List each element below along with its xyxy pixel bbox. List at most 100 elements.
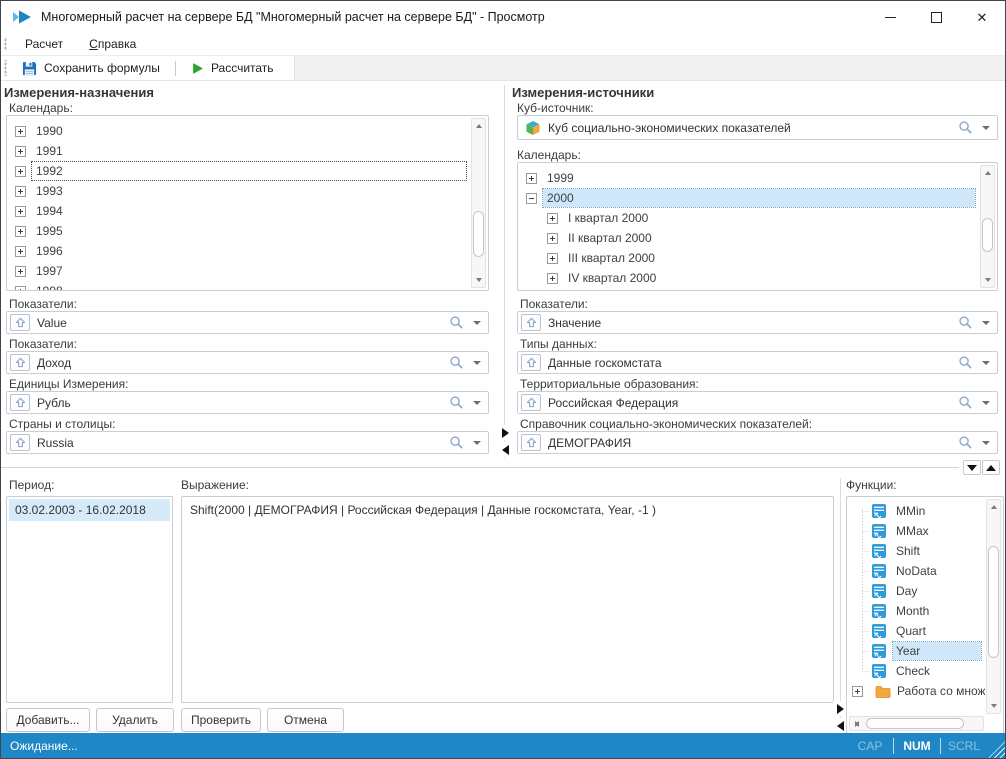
- toolbar-grip[interactable]: [4, 37, 7, 51]
- dimension-combo-Доход[interactable]: Доход: [6, 351, 489, 374]
- destinations-calendar-tree[interactable]: 199019911992199319941995199619971998: [6, 115, 489, 291]
- search-icon[interactable]: [449, 435, 464, 450]
- scroll-down-icon[interactable]: [472, 273, 485, 287]
- button-Проверить[interactable]: Проверить: [181, 708, 261, 732]
- dimension-combo-ДЕМОГРАФИЯ[interactable]: ДЕМОГРАФИЯ: [517, 431, 998, 454]
- dropdown-arrow-icon[interactable]: [982, 401, 990, 405]
- search-icon[interactable]: [958, 355, 973, 370]
- splitter-left-icon[interactable]: [833, 718, 847, 733]
- toolbar-grip[interactable]: [4, 60, 7, 76]
- scroll-down-icon[interactable]: [981, 273, 994, 287]
- button-Отмена[interactable]: Отмена: [267, 708, 344, 732]
- splitter-down-icon[interactable]: [963, 460, 981, 475]
- search-icon[interactable]: [958, 315, 973, 330]
- tree-item-1993[interactable]: 1993: [7, 181, 488, 201]
- dimension-combo-Russia[interactable]: Russia: [6, 431, 489, 454]
- splitter-right-icon[interactable]: [833, 701, 847, 716]
- dimension-combo-Value[interactable]: Value: [6, 311, 489, 334]
- dimension-combo-Рубль[interactable]: Рубль: [6, 391, 489, 414]
- tree-item-1995[interactable]: 1995: [7, 221, 488, 241]
- expand-icon[interactable]: [547, 213, 558, 224]
- tree-item-1994[interactable]: 1994: [7, 201, 488, 221]
- expand-icon[interactable]: [852, 686, 863, 697]
- title-bar[interactable]: Многомерный расчет на сервере БД "Многом…: [1, 1, 1005, 33]
- function-item-MMax[interactable]: MMax: [849, 521, 985, 541]
- dimension-combo-Российская Федерация[interactable]: Российская Федерация: [517, 391, 998, 414]
- tree-item-II квартал 2000[interactable]: II квартал 2000: [518, 228, 997, 248]
- functions-tree[interactable]: MMinMMaxShiftNoDataDayMonthQuartYearChec…: [846, 496, 1004, 734]
- dropdown-arrow-icon[interactable]: [473, 361, 481, 365]
- dropdown-arrow-icon[interactable]: [473, 321, 481, 325]
- maximize-icon[interactable]: [913, 1, 959, 33]
- function-item-Quart[interactable]: Quart: [849, 621, 985, 641]
- scrollbar-thumb[interactable]: [982, 218, 993, 252]
- function-item-NoData[interactable]: NoData: [849, 561, 985, 581]
- scroll-up-icon[interactable]: [472, 119, 485, 133]
- dropdown-arrow-icon[interactable]: [473, 401, 481, 405]
- period-listbox[interactable]: 03.02.2003 - 16.02.2018: [6, 496, 173, 703]
- collapse-icon[interactable]: [526, 193, 537, 204]
- scroll-right-icon[interactable]: [850, 717, 864, 730]
- search-icon[interactable]: [449, 395, 464, 410]
- splitter-right-icon[interactable]: [498, 425, 512, 440]
- expression-editor[interactable]: Shift(2000 | ДЕМОГРАФИЯ | Российская Фед…: [181, 496, 834, 703]
- resize-grip-icon[interactable]: [987, 733, 1005, 758]
- horizontal-scrollbar[interactable]: [849, 716, 984, 731]
- function-item-Month[interactable]: Month: [849, 601, 985, 621]
- scrollbar-thumb[interactable]: [866, 718, 964, 729]
- splitter-left-icon[interactable]: [498, 442, 512, 457]
- button-Удалить[interactable]: Удалить: [96, 708, 174, 732]
- tree-item-1996[interactable]: 1996: [7, 241, 488, 261]
- sources-calendar-tree[interactable]: 19992000I квартал 2000II квартал 2000III…: [517, 162, 998, 291]
- search-icon[interactable]: [958, 435, 973, 450]
- scroll-down-icon[interactable]: [987, 699, 1000, 713]
- expand-icon[interactable]: [15, 246, 26, 257]
- expand-icon[interactable]: [15, 266, 26, 277]
- vertical-scrollbar[interactable]: [980, 165, 995, 288]
- menu-item-Справка[interactable]: Справка: [76, 33, 149, 55]
- expand-icon[interactable]: [15, 186, 26, 197]
- scrollbar-thumb[interactable]: [473, 211, 484, 257]
- scrollbar-thumb[interactable]: [988, 546, 999, 658]
- cube-source-combo[interactable]: Куб социально-экономических показателей: [517, 115, 998, 140]
- horizontal-splitter[interactable]: [1, 467, 959, 468]
- dropdown-arrow-icon[interactable]: [982, 321, 990, 325]
- tree-item-1999[interactable]: 1999: [518, 168, 997, 188]
- expand-icon[interactable]: [15, 126, 26, 137]
- expand-icon[interactable]: [526, 173, 537, 184]
- close-icon[interactable]: ✕: [959, 1, 1005, 33]
- scroll-up-icon[interactable]: [981, 166, 994, 180]
- tree-item-1991[interactable]: 1991: [7, 141, 488, 161]
- save-formulas-button[interactable]: Сохранить формулы: [12, 61, 170, 76]
- tree-item-1997[interactable]: 1997: [7, 261, 488, 281]
- menu-item-Расчет[interactable]: Расчет: [12, 33, 76, 55]
- dimension-combo-Значение[interactable]: Значение: [517, 311, 998, 334]
- splitter-up-icon[interactable]: [982, 460, 1000, 475]
- calculate-button[interactable]: Рассчитать: [181, 61, 284, 75]
- dropdown-arrow-icon[interactable]: [982, 441, 990, 445]
- dropdown-arrow-icon[interactable]: [982, 126, 990, 130]
- tree-item-IV квартал 2000[interactable]: IV квартал 2000: [518, 268, 997, 288]
- functions-folder-item[interactable]: Работа со множес: [849, 681, 985, 701]
- expand-icon[interactable]: [15, 226, 26, 237]
- minimize-icon[interactable]: [867, 1, 913, 33]
- expand-icon[interactable]: [15, 166, 26, 177]
- dimension-combo-Данные госкомстата[interactable]: Данные госкомстата: [517, 351, 998, 374]
- expand-icon[interactable]: [15, 146, 26, 157]
- button-Добавить[interactable]: Добавить...: [6, 708, 90, 732]
- tree-item-I квартал 2000[interactable]: I квартал 2000: [518, 208, 997, 228]
- tree-item-1992[interactable]: 1992: [7, 161, 488, 181]
- search-icon[interactable]: [449, 355, 464, 370]
- expand-icon[interactable]: [15, 286, 26, 292]
- tree-item-1990[interactable]: 1990: [7, 121, 488, 141]
- tree-item-III квартал 2000[interactable]: III квартал 2000: [518, 248, 997, 268]
- function-item-Shift[interactable]: Shift: [849, 541, 985, 561]
- period-item[interactable]: 03.02.2003 - 16.02.2018: [9, 499, 170, 521]
- search-icon[interactable]: [449, 315, 464, 330]
- vertical-scrollbar[interactable]: [986, 499, 1001, 714]
- function-item-Day[interactable]: Day: [849, 581, 985, 601]
- expand-icon[interactable]: [547, 273, 558, 284]
- function-item-Check[interactable]: Check: [849, 661, 985, 681]
- tree-item-2000[interactable]: 2000: [518, 188, 997, 208]
- function-item-MMin[interactable]: MMin: [849, 501, 985, 521]
